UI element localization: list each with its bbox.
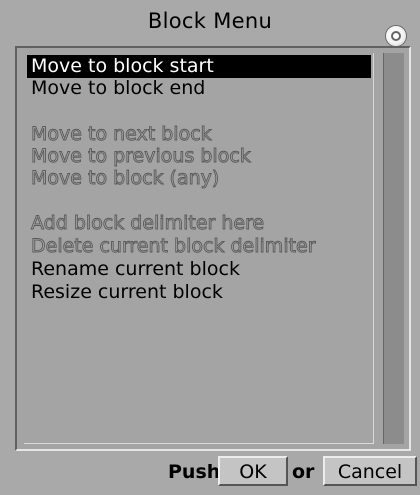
or-label: or bbox=[292, 461, 315, 483]
menu-item-move-to-next-block: Move to next block bbox=[31, 123, 213, 145]
window-title: Block Menu bbox=[147, 9, 273, 33]
menu-item-rename-current-block[interactable]: Rename current block bbox=[27, 258, 371, 281]
menu-list-frame: Move to block start Move to block end Mo… bbox=[15, 46, 411, 451]
ok-button[interactable]: OK bbox=[218, 456, 288, 486]
title-bar: Block Menu bbox=[0, 0, 420, 47]
menu-item-move-to-previous-block: Move to previous block bbox=[31, 145, 252, 167]
menu-item-move-to-block-start[interactable]: Move to block start bbox=[27, 55, 371, 78]
push-label: Push bbox=[168, 461, 221, 483]
close-circle-icon[interactable] bbox=[385, 25, 407, 47]
menu-list[interactable]: Move to block start Move to block end Mo… bbox=[24, 53, 374, 444]
menu-scrollbar[interactable] bbox=[383, 53, 404, 444]
menu-item-delete-block-delimiter: Delete current block delimiter bbox=[31, 235, 316, 257]
cancel-button[interactable]: Cancel bbox=[323, 456, 417, 486]
menu-item-add-block-delimiter: Add block delimiter here bbox=[31, 212, 265, 234]
block-menu-window: Block Menu Move to block start Move to b… bbox=[0, 0, 420, 495]
menu-item-resize-current-block[interactable]: Resize current block bbox=[27, 281, 371, 304]
menu-item-move-to-block-any: Move to block (any) bbox=[31, 167, 220, 189]
menu-item-move-to-block-end[interactable]: Move to block end bbox=[27, 77, 371, 100]
